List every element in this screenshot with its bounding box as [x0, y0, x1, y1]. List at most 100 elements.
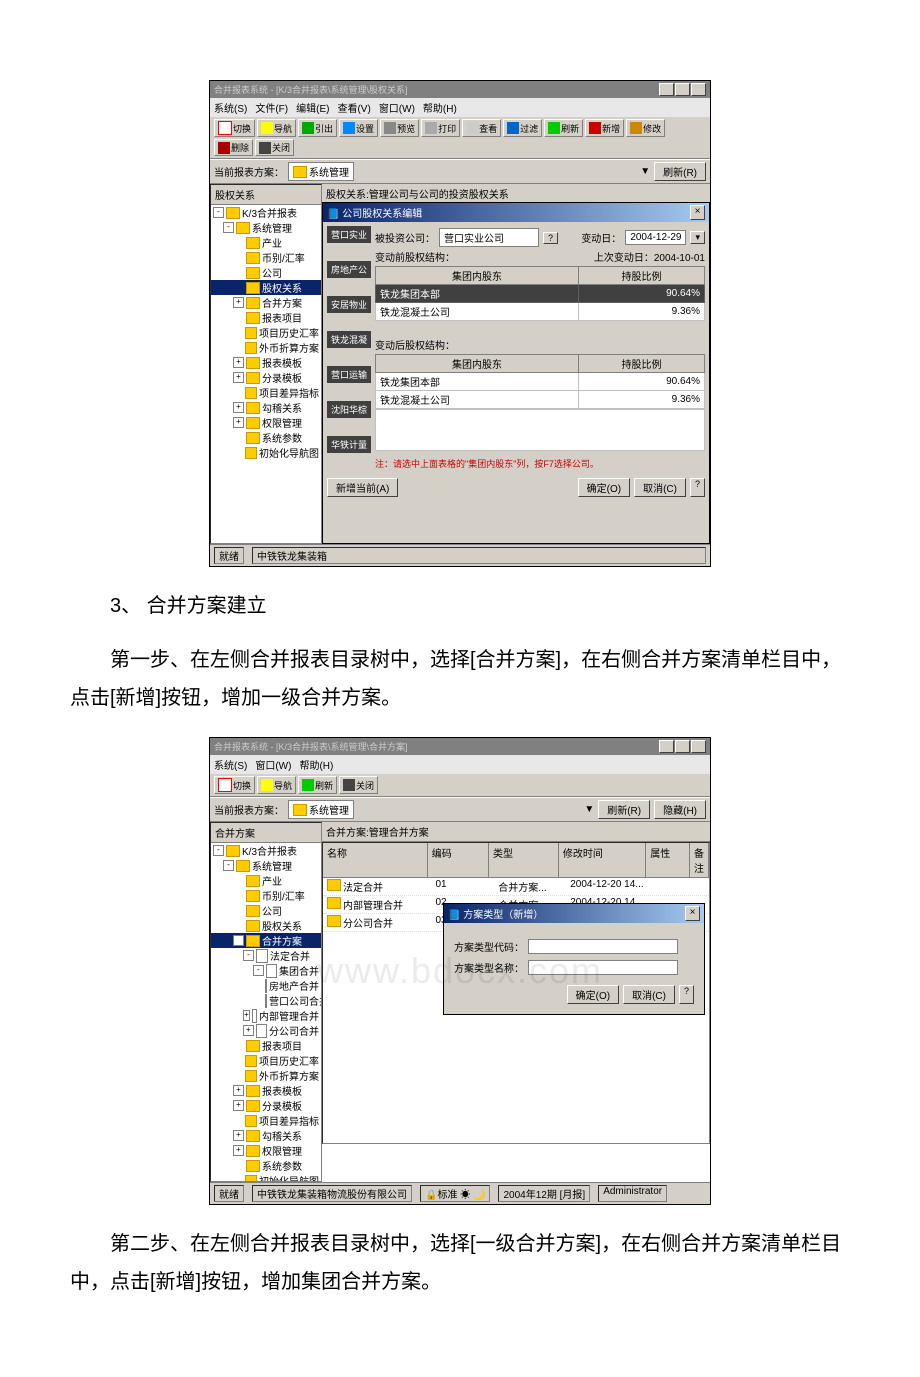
change-date-field[interactable]: 2004-12-29	[625, 230, 686, 245]
tree-item[interactable]: -合并方案	[211, 933, 321, 948]
company-tab[interactable]: 沈阳华棕	[327, 401, 371, 418]
tree-item[interactable]: +报表模板	[211, 355, 321, 370]
tree-item[interactable]: -法定合并	[211, 948, 321, 963]
menu-help[interactable]: 帮助(H)	[299, 757, 333, 772]
tree-item[interactable]: -集团合并	[211, 963, 321, 978]
tree-item[interactable]: 报表项目	[211, 310, 321, 325]
tbtn-delete[interactable]: 删除	[214, 139, 253, 156]
maximize-icon[interactable]: □	[675, 83, 690, 96]
tree-item[interactable]: +权限管理	[211, 415, 321, 430]
ok-button[interactable]: 确定(O)	[567, 985, 619, 1004]
company-tab[interactable]: 营口实业	[327, 226, 371, 243]
menu-window[interactable]: 窗口(W)	[379, 100, 415, 115]
tbtn-nav[interactable]: 导航	[257, 776, 296, 794]
tree-item[interactable]: +内部管理合并	[211, 1008, 321, 1023]
tree-item[interactable]: +勾稽关系	[211, 1128, 321, 1143]
tree-item[interactable]: 初始化导航图	[211, 445, 321, 460]
menu-file[interactable]: 文件(F)	[255, 100, 288, 115]
tree-item[interactable]: 项目差异指标	[211, 385, 321, 400]
tree-item[interactable]: +合并方案	[211, 295, 321, 310]
tree-item[interactable]: 股权关系	[211, 918, 321, 933]
tree-item[interactable]: +分录模板	[211, 1098, 321, 1113]
tbtn-setting[interactable]: 设置	[339, 119, 378, 137]
tree-item[interactable]: 营口公司合并	[211, 993, 321, 1008]
tree-item[interactable]: +报表模板	[211, 1083, 321, 1098]
minimize-icon[interactable]: _	[659, 740, 674, 753]
menu-system[interactable]: 系统(S)	[214, 100, 247, 115]
tree-item[interactable]: 公司	[211, 903, 321, 918]
tree-item[interactable]: +分录模板	[211, 370, 321, 385]
minimize-icon[interactable]: _	[659, 83, 674, 96]
menu-view[interactable]: 查看(V)	[337, 100, 370, 115]
close-icon[interactable]: ×	[691, 83, 706, 96]
tree-item[interactable]: 项目差异指标	[211, 1113, 321, 1128]
table-row[interactable]: 铁龙集团本部90.64%	[376, 285, 705, 303]
maximize-icon[interactable]: □	[675, 740, 690, 753]
tree-item[interactable]: 币别/汇率	[211, 250, 321, 265]
invested-company-field[interactable]: 营口实业公司	[439, 228, 539, 247]
tree-item[interactable]: +勾稽关系	[211, 400, 321, 415]
tbtn-switch[interactable]: 切换	[214, 776, 255, 794]
table-row[interactable]: 铁龙集团本部90.64%	[376, 373, 705, 391]
tbtn-close[interactable]: 关闭	[339, 776, 378, 794]
cancel-button[interactable]: 取消(C)	[623, 985, 675, 1004]
tbtn-nav[interactable]: 导航	[257, 119, 296, 137]
tbtn-print[interactable]: 打印	[421, 119, 460, 137]
scheme-field[interactable]: 系统管理	[288, 800, 354, 819]
tbtn-preview[interactable]: 预览	[380, 119, 419, 137]
tree-item[interactable]: -系统管理	[211, 220, 321, 235]
scheme-field[interactable]: 系统管理	[288, 162, 354, 181]
tbtn-close[interactable]: 关闭	[255, 139, 294, 156]
company-tab[interactable]: 铁龙混凝	[327, 331, 371, 348]
scheme-code-input[interactable]	[528, 939, 678, 954]
table-row[interactable]: 铁龙混凝土公司9.36%	[376, 391, 705, 409]
tree-item[interactable]: 外币折算方案	[211, 340, 321, 355]
tree-item[interactable]: +权限管理	[211, 1143, 321, 1158]
lookup-button[interactable]: ?	[543, 232, 558, 244]
tree-item[interactable]: 产业	[211, 235, 321, 250]
help-icon[interactable]: ?	[690, 478, 705, 497]
tbtn-new[interactable]: 新增	[585, 119, 624, 137]
tree-item[interactable]: 产业	[211, 873, 321, 888]
tree-item[interactable]: +分公司合并	[211, 1023, 321, 1038]
list-item[interactable]: 法定合并01合并方案...2004-12-20 14...	[323, 878, 709, 896]
tree-item[interactable]: 房地产合并	[211, 978, 321, 993]
table-row[interactable]: 铁龙混凝土公司9.36%	[376, 303, 705, 321]
menu-help[interactable]: 帮助(H)	[423, 100, 457, 115]
cancel-button[interactable]: 取消(C)	[634, 478, 686, 497]
menu-edit[interactable]: 编辑(E)	[296, 100, 329, 115]
close-icon[interactable]: ×	[691, 740, 706, 753]
ok-button[interactable]: 确定(O)	[578, 478, 630, 497]
menu-window[interactable]: 窗口(W)	[255, 757, 291, 772]
tbtn-export[interactable]: 引出	[298, 119, 337, 137]
refresh-button[interactable]: 刷新(R)	[598, 800, 650, 819]
add-current-button[interactable]: 新增当前(A)	[327, 478, 398, 497]
tbtn-view[interactable]: 查看	[462, 119, 501, 137]
tree-item[interactable]: 项目历史汇率	[211, 1053, 321, 1068]
tree-item[interactable]: -K/3合并报表	[211, 205, 321, 220]
tree-item[interactable]: 公司	[211, 265, 321, 280]
company-tab[interactable]: 房地产公	[327, 261, 371, 278]
menu-system[interactable]: 系统(S)	[214, 757, 247, 772]
company-tab[interactable]: 营口运输	[327, 366, 371, 383]
tree-item[interactable]: 系统参数	[211, 430, 321, 445]
tbtn-switch[interactable]: 切换	[214, 119, 255, 137]
tree-item[interactable]: -K/3合并报表	[211, 843, 321, 858]
tree-item[interactable]: 项目历史汇率	[211, 325, 321, 340]
refresh-button[interactable]: 刷新(R)	[654, 162, 706, 181]
tree-item[interactable]: 股权关系	[211, 280, 321, 295]
tree-item[interactable]: 初始化导航图	[211, 1173, 321, 1182]
scheme-name-input[interactable]	[528, 960, 678, 975]
tree-item[interactable]: 币别/汇率	[211, 888, 321, 903]
tbtn-refresh[interactable]: 刷新	[544, 119, 583, 137]
tbtn-edit[interactable]: 修改	[626, 119, 665, 137]
company-tab[interactable]: 安居物业	[327, 296, 371, 313]
tbtn-refresh[interactable]: 刷新	[298, 776, 337, 794]
hide-button[interactable]: 隐藏(H)	[654, 800, 706, 819]
dialog-close-icon[interactable]: ×	[690, 205, 705, 220]
tree-item[interactable]: 外币折算方案	[211, 1068, 321, 1083]
date-picker-icon[interactable]: ▾	[690, 231, 705, 244]
company-tab[interactable]: 华铁计量	[327, 436, 371, 453]
tree-item[interactable]: 系统参数	[211, 1158, 321, 1173]
tree-item[interactable]: -系统管理	[211, 858, 321, 873]
